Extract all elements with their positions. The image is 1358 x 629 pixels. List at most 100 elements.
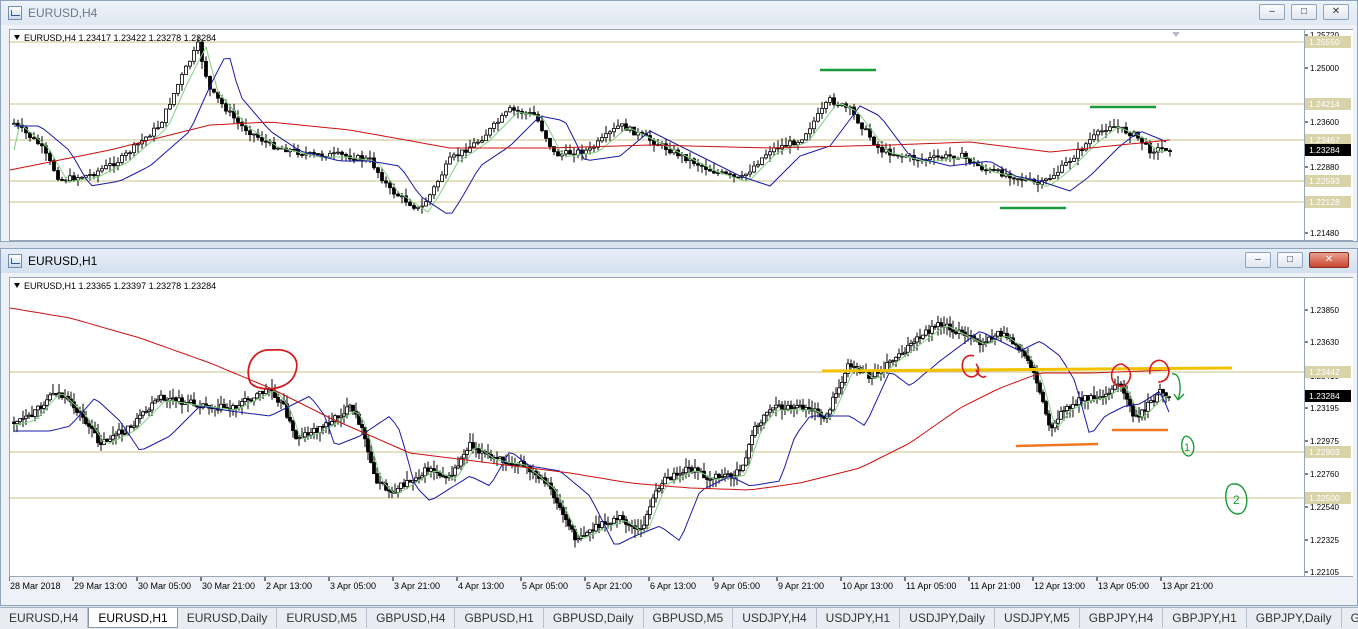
candle-body	[568, 150, 572, 155]
candle-body	[87, 423, 91, 427]
candle-body	[450, 474, 454, 477]
candle-body	[1104, 130, 1108, 133]
candle-body	[108, 438, 112, 442]
candle-body	[176, 84, 180, 94]
candle-body	[513, 464, 517, 466]
chart-tab-gbpusd-h1[interactable]: GBPUSD,H1	[455, 608, 544, 628]
candle-body	[832, 97, 836, 105]
chart-tab-gbpjpy-daily[interactable]: GBPJPY,Daily	[1247, 608, 1342, 628]
candle-body	[1014, 343, 1018, 346]
chart-tab-usdjpy-m5[interactable]: USDJPY,M5	[995, 608, 1080, 628]
chart-tab-eurusd-m5[interactable]: EURUSD,M5	[277, 608, 368, 628]
price-tag-label: 1.23284	[1309, 391, 1340, 401]
candle-body	[352, 158, 356, 161]
chart-tab-eurusd-daily[interactable]: EURUSD,Daily	[178, 608, 278, 628]
minimize-button[interactable]: –	[1245, 252, 1271, 268]
candle-body	[960, 329, 964, 333]
candle-body	[380, 172, 384, 182]
chart-tab-eurusd-h4[interactable]: EURUSD,H4	[0, 608, 89, 628]
ohlc-readout: EURUSD,H1 1.23365 1.23397 1.23278 1.2328…	[24, 281, 217, 291]
candle-body	[21, 417, 25, 420]
chart-window-h4[interactable]: EURUSD,H4 – □ ✕ EURUSD,H4 1.23417 1.2342…	[0, 0, 1358, 242]
candle-body	[426, 467, 430, 472]
candle-body	[120, 429, 124, 435]
orange-support-line	[1015, 442, 1099, 448]
price-label: 1.22880	[1310, 163, 1339, 172]
chart-tab-gbpusd-daily[interactable]: GBPUSD,Daily	[544, 608, 644, 628]
chart-tab-eurusd-h1[interactable]: EURUSD,H1	[88, 608, 178, 628]
candle-body	[104, 165, 108, 170]
candle-body	[264, 388, 268, 394]
time-label: 5 Apr 05:00	[522, 581, 568, 591]
chart-tab-gbpusd-h4[interactable]: GBPUSD,H4	[367, 608, 456, 628]
close-button[interactable]: ✕	[1323, 4, 1349, 20]
candle-body	[532, 112, 536, 115]
chart-window-h1[interactable]: EURUSD,H1 – □ ✕ 12 EURUSD,H1 1.23365 1.2…	[0, 248, 1358, 606]
candle-body	[540, 120, 544, 132]
time-label: 11 Apr 21:00	[970, 581, 1020, 591]
time-label: 30 Mar 05:00	[138, 581, 191, 591]
candle-body	[1052, 174, 1056, 179]
candle-body	[1047, 413, 1051, 426]
candle-body	[864, 128, 868, 131]
candle-body	[1108, 126, 1112, 132]
minimize-button[interactable]: –	[1259, 4, 1285, 20]
candle-body	[837, 387, 841, 395]
candle-body	[399, 482, 403, 489]
time-label: 29 Mar 13:00	[74, 581, 127, 591]
candle-body	[128, 152, 132, 155]
window-titlebar-h4[interactable]: EURUSD,H4 – □ ✕	[1, 1, 1357, 25]
candle-body	[597, 523, 601, 528]
candle-body	[951, 329, 955, 333]
candle-body	[728, 173, 732, 176]
candle-body	[196, 41, 200, 51]
candle-body	[834, 393, 838, 398]
price-tag-label: 1.22903	[1309, 447, 1340, 457]
chart-tab-usdjpy-h4[interactable]: USDJPY,H4	[733, 608, 817, 628]
candle-body	[12, 421, 16, 425]
restore-button[interactable]: □	[1277, 252, 1303, 268]
close-button[interactable]: ✕	[1309, 252, 1349, 268]
candle-body	[777, 404, 781, 407]
candle-body	[45, 399, 49, 406]
candle-body	[496, 121, 500, 124]
window-titlebar-h1[interactable]: EURUSD,H1 – □ ✕	[1, 249, 1357, 273]
candle-body	[600, 137, 604, 142]
chart-tab-usdjpy-daily[interactable]: USDJPY,Daily	[900, 608, 995, 628]
price-axis-h4[interactable]: 1.257201.255501.250001.242141.236001.234…	[1305, 29, 1353, 241]
candle-body	[1086, 395, 1090, 401]
price-chart-h4[interactable]: EURUSD,H4 1.23417 1.23422 1.23278 1.2328…	[9, 29, 1305, 241]
candle-body	[1056, 418, 1060, 424]
candle-body	[384, 180, 388, 184]
dropdown-triangle-icon	[14, 283, 20, 288]
chart-tab-usdjpy-h1[interactable]: USDJPY,H1	[817, 608, 901, 628]
candle-body	[552, 146, 556, 153]
candle-body	[1038, 382, 1042, 393]
candle-body	[753, 426, 757, 436]
candle-body	[750, 435, 754, 446]
candle-body	[387, 489, 391, 492]
maximize-button[interactable]: □	[1291, 4, 1317, 20]
price-chart-h1[interactable]: 12 EURUSD,H1 1.23365 1.23397 1.23278 1.2…	[9, 277, 1305, 577]
chart-tab-gbpjpy-h1[interactable]: GBPJPY,H1	[1163, 608, 1247, 628]
price-axis-h1[interactable]: 1.238501.236301.234101.231951.229751.227…	[1305, 277, 1353, 577]
chart-tab-gbpusd-m5[interactable]: GBPUSD,M5	[644, 608, 734, 628]
candle-body	[1080, 149, 1084, 152]
candle-body	[68, 175, 72, 182]
candle-body	[484, 134, 488, 142]
candle-body	[831, 396, 835, 411]
candle-body	[18, 418, 22, 422]
candle-body	[1088, 139, 1092, 145]
candle-body	[1080, 397, 1084, 402]
candle-body	[891, 360, 895, 363]
candle-body	[156, 127, 160, 130]
candle-body	[156, 398, 160, 402]
candle-body	[416, 206, 420, 209]
candle-body	[460, 149, 464, 157]
time-axis-h1[interactable]: 28 Mar 2018 29 Mar 13:00 30 Mar 05:00 30 Ma…	[9, 577, 1305, 603]
candle-body	[129, 425, 133, 428]
chart-tab-gbpjpy-h4[interactable]: GBPJPY,H4	[1080, 608, 1164, 628]
candle-body	[150, 402, 154, 411]
price-label: 1.23630	[1310, 338, 1339, 347]
chart-tab-gbp[interactable]: GBP	[1342, 608, 1358, 628]
